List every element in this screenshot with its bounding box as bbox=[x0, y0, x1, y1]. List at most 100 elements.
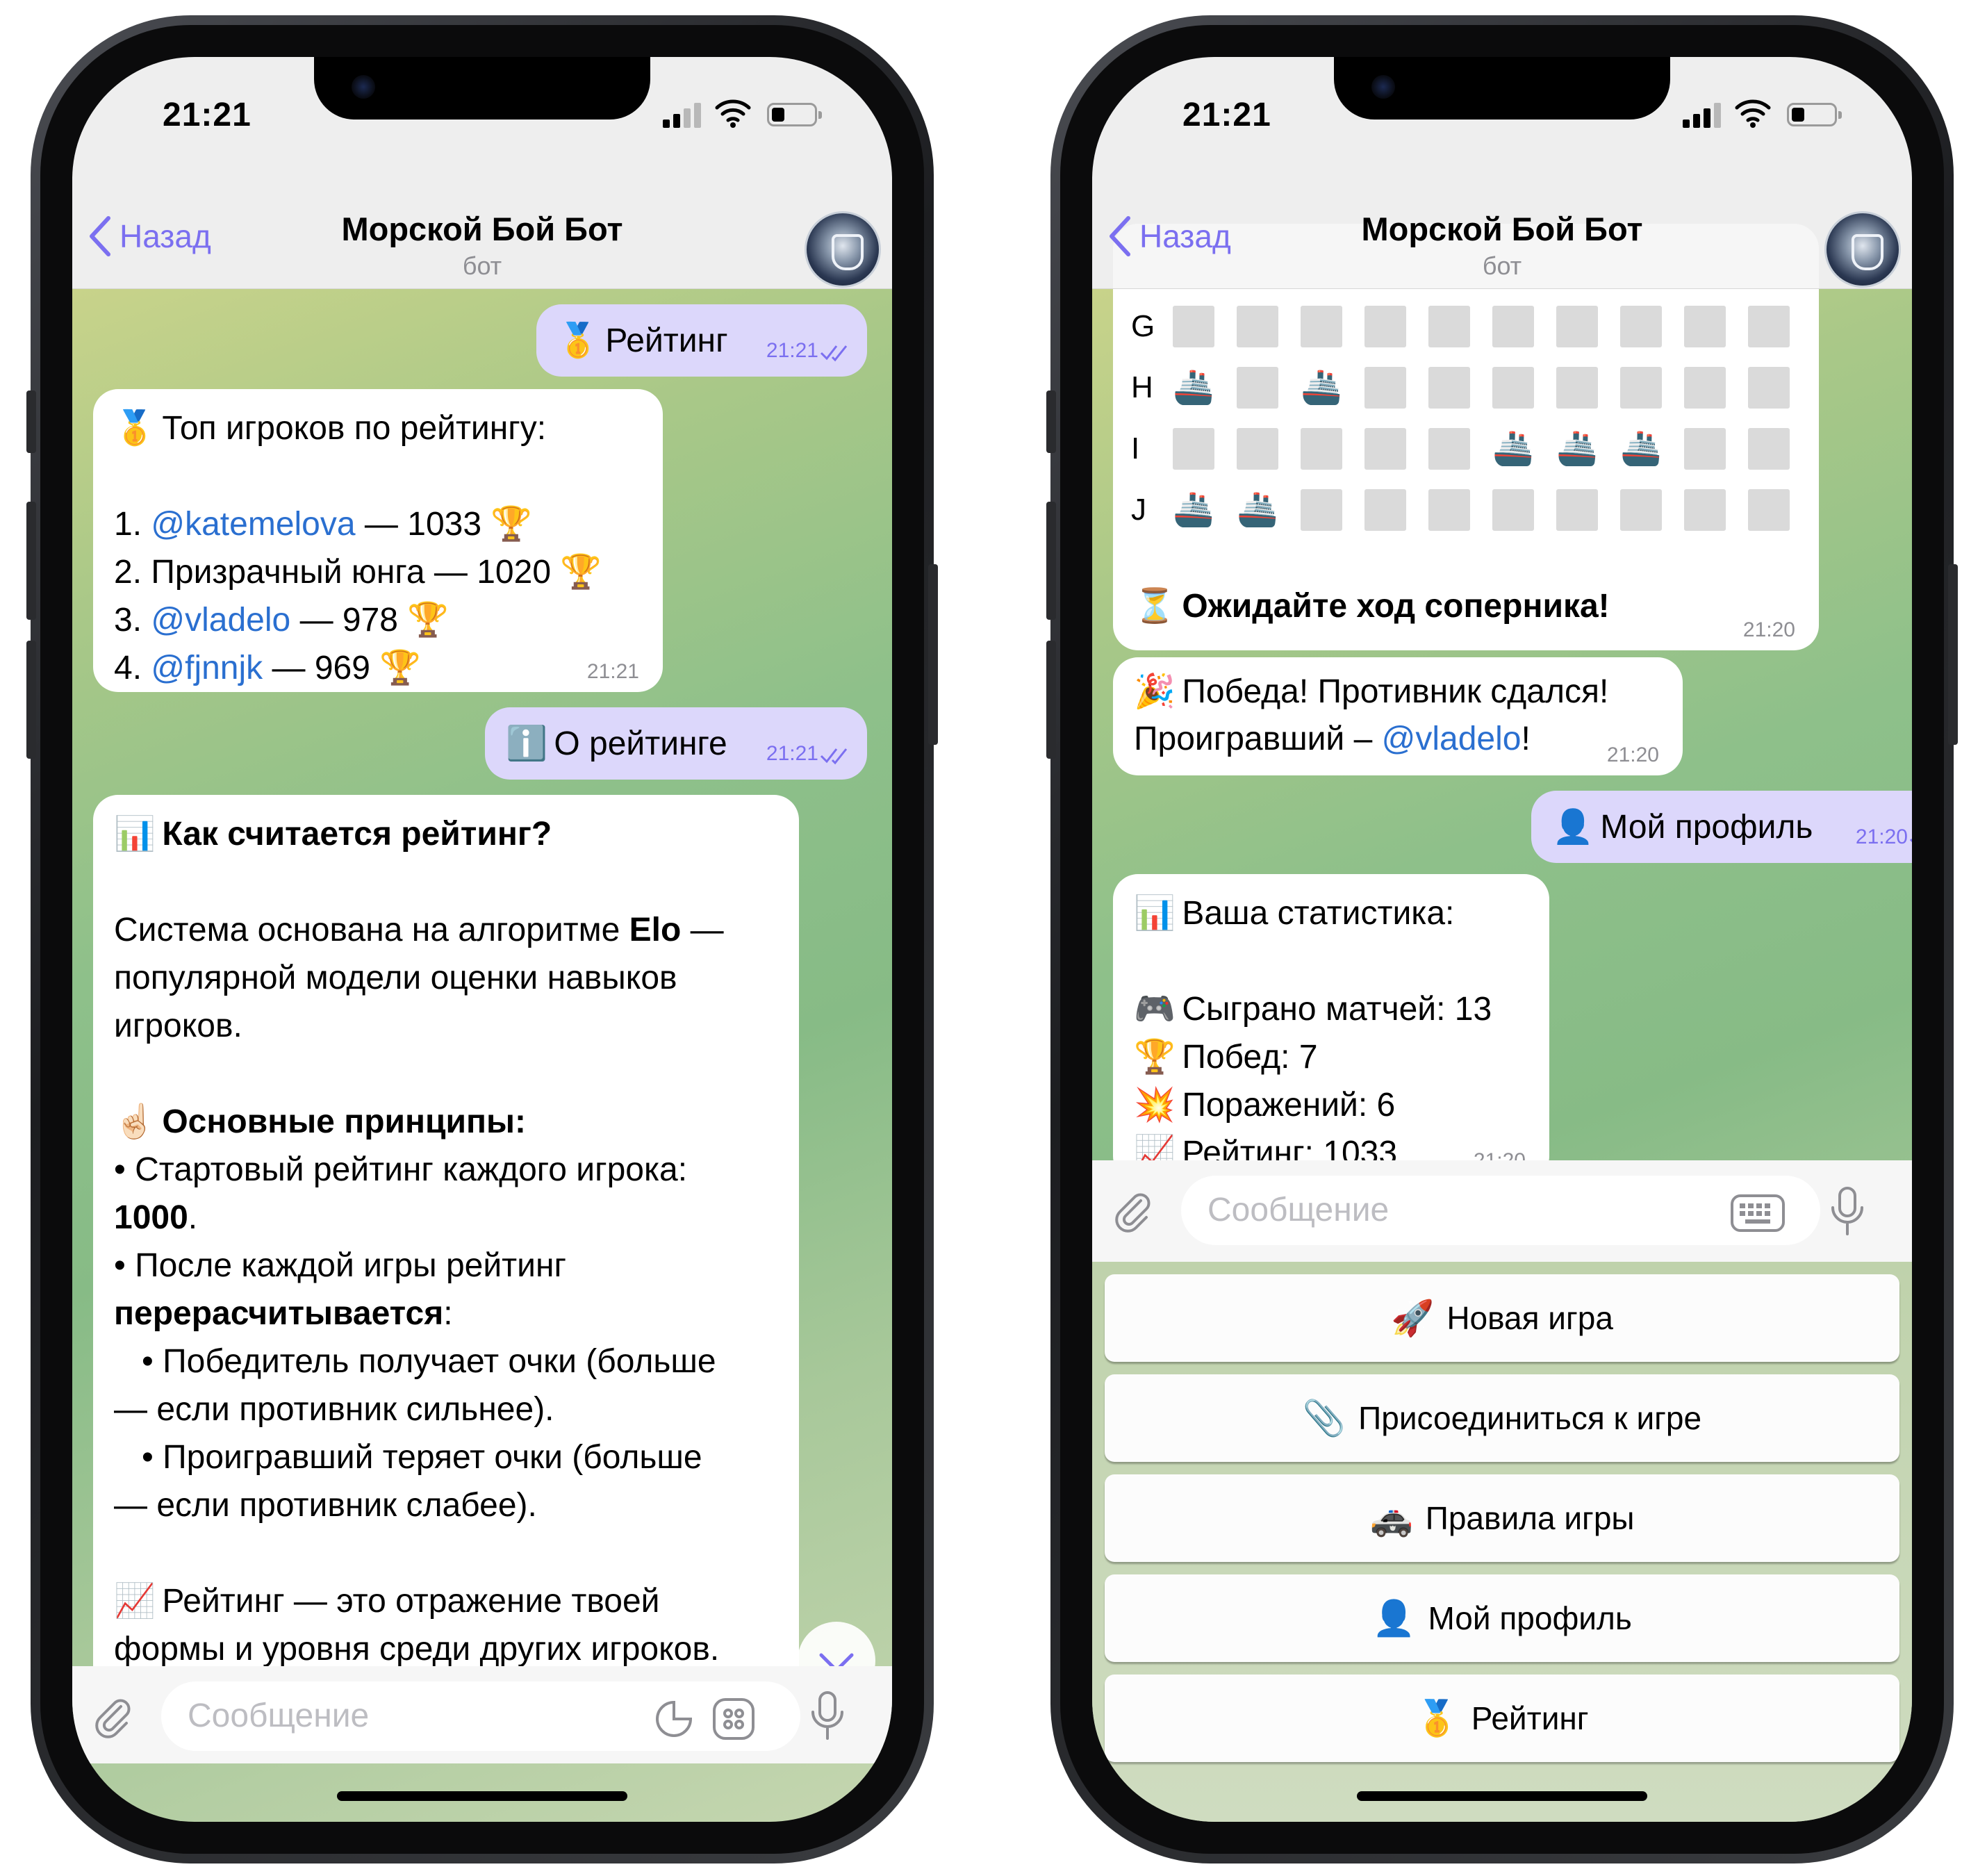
front-camera bbox=[352, 75, 375, 99]
trophy-icon: 🏆 bbox=[407, 602, 450, 639]
board-cell bbox=[1173, 428, 1214, 470]
sticker-icon[interactable] bbox=[653, 1698, 695, 1740]
keyboard-button-rating[interactable]: 🥇 Рейтинг bbox=[1105, 1675, 1899, 1762]
stats-row: 🏆 Побед: 7 bbox=[1134, 1033, 1528, 1081]
chat-subtitle: бот bbox=[462, 252, 502, 280]
battery-icon bbox=[767, 103, 822, 126]
bot-avatar[interactable] bbox=[1824, 211, 1901, 288]
keyboard-button-join-game[interactable]: 📎 Присоединиться к игре bbox=[1105, 1374, 1899, 1462]
bullet-text: • Стартовый рейтинг каждого игрока: bbox=[114, 1151, 688, 1188]
attach-icon[interactable] bbox=[90, 1694, 135, 1738]
ship-icon: 🚢 bbox=[1237, 491, 1278, 528]
phone-right: G H 🚢 🚢 I 🚢 🚢 🚢 J 🚢 🚢 ⏳ Ожидайте ход соперника! 21… bbox=[1046, 15, 1958, 1863]
status-time: 21:21 bbox=[1182, 97, 1271, 133]
volume-up-button bbox=[26, 502, 36, 620]
board-cell bbox=[1556, 367, 1598, 409]
wait-text: Ожидайте ход соперника! bbox=[1182, 588, 1610, 625]
microphone-icon[interactable] bbox=[1829, 1185, 1866, 1237]
incoming-message-top-players[interactable]: 🥇 Топ игроков по рейтингу: 1. @katemelov… bbox=[93, 389, 663, 692]
microphone-icon[interactable] bbox=[809, 1690, 846, 1741]
board-cell bbox=[1556, 306, 1598, 347]
mention-link[interactable]: @vladelo bbox=[151, 602, 290, 639]
board-row-label: H bbox=[1131, 370, 1153, 404]
attach-icon[interactable] bbox=[1110, 1188, 1155, 1233]
ship-icon: 🚢 bbox=[1173, 491, 1214, 528]
button-label: Присоединиться к игре bbox=[1358, 1400, 1702, 1436]
principles-heading: Основные принципы: bbox=[162, 1103, 527, 1140]
bullet-text: . bbox=[188, 1199, 198, 1236]
outgoing-message-my-profile[interactable]: 👤 Мой профиль 21:20 bbox=[1531, 791, 1912, 863]
top-row: 2. Призрачный юнга — 1020 🏆 bbox=[114, 548, 642, 596]
stats-row: 🎮 Сыграно матчей: 13 bbox=[1134, 985, 1528, 1033]
read-checks-icon bbox=[1909, 838, 1912, 843]
board-cell bbox=[1364, 428, 1406, 470]
message-input[interactable]: Сообщение bbox=[161, 1681, 800, 1751]
button-label: Рейтинг bbox=[1471, 1700, 1589, 1736]
bullet-bold: перерасчитывается bbox=[114, 1295, 444, 1332]
keyboard-button-my-profile[interactable]: 👤 Мой профиль bbox=[1105, 1574, 1899, 1662]
collision-icon: 💥 bbox=[1134, 1087, 1176, 1124]
chat-title[interactable]: Морской Бой Бот bbox=[72, 210, 892, 248]
phone-left: 🥇 Рейтинг 21:21 🥇 Топ игроков по рейтинг… bbox=[26, 15, 938, 1863]
board-cell bbox=[1428, 428, 1470, 470]
medal-icon: 🥇 bbox=[1415, 1698, 1459, 1738]
volume-down-button bbox=[26, 641, 36, 759]
message-text: О рейтинге bbox=[554, 725, 727, 762]
board-cell bbox=[1620, 306, 1662, 347]
incoming-message-rating-explanation[interactable]: 📊 Как считается рейтинг? Система основан… bbox=[93, 795, 799, 1733]
composer-bar: Сообщение bbox=[1092, 1160, 1912, 1262]
about-text: Система основана на алгоритме bbox=[114, 912, 629, 948]
party-popper-icon: 🎉 bbox=[1134, 673, 1176, 710]
stats-heading: Ваша статистика: bbox=[1182, 895, 1455, 932]
chart-increasing-icon: 📈 bbox=[114, 1583, 156, 1620]
message-time: 21:20 bbox=[1855, 825, 1908, 848]
about-heading: Как считается рейтинг? bbox=[162, 816, 552, 853]
mention-link[interactable]: @fjnnjk bbox=[151, 650, 263, 686]
bar-chart-icon: 📊 bbox=[1134, 895, 1176, 932]
message-input[interactable]: Сообщение bbox=[1181, 1176, 1820, 1245]
outgoing-message-rating[interactable]: 🥇 Рейтинг 21:21 bbox=[536, 304, 867, 377]
rocket-icon: 🚀 bbox=[1391, 1298, 1435, 1338]
wifi-icon bbox=[715, 99, 751, 128]
victory-text: Проигравший – bbox=[1134, 721, 1382, 757]
footer-text: Рейтинг — это отражение твоей bbox=[162, 1583, 660, 1620]
power-button bbox=[1948, 564, 1958, 745]
battery-icon bbox=[1787, 103, 1842, 126]
message-time: 21:21 bbox=[766, 339, 818, 362]
police-car-icon: 🚓 bbox=[1369, 1498, 1413, 1538]
message-text: Рейтинг bbox=[605, 322, 728, 359]
chat-screen-right: G H 🚢 🚢 I 🚢 🚢 🚢 J 🚢 🚢 ⏳ Ожидайте ход соперника! 21… bbox=[1092, 57, 1912, 1822]
incoming-message-victory[interactable]: 🎉 Победа! Противник сдался! Проигравший … bbox=[1113, 657, 1683, 775]
board-cell bbox=[1684, 489, 1726, 531]
pointing-finger-icon: ☝🏻 bbox=[114, 1103, 156, 1140]
keyboard-button-new-game[interactable]: 🚀 Новая игра bbox=[1105, 1274, 1899, 1362]
rank: 3. bbox=[114, 602, 142, 639]
keyboard-icon[interactable] bbox=[1730, 1194, 1786, 1233]
mention-link[interactable]: @katemelova bbox=[151, 506, 355, 543]
bot-commands-icon[interactable] bbox=[711, 1697, 756, 1741]
board-cell bbox=[1748, 306, 1790, 347]
outgoing-message-about-rating[interactable]: ℹ️ О рейтинге 21:21 bbox=[485, 707, 867, 780]
info-icon: ℹ️ bbox=[506, 725, 547, 762]
board-cell bbox=[1492, 489, 1534, 531]
keyboard-button-rules[interactable]: 🚓 Правила игры bbox=[1105, 1474, 1899, 1562]
cellular-signal-icon bbox=[1683, 103, 1724, 128]
sub-bullet-text: — если противник слабее). bbox=[114, 1487, 537, 1524]
bullet-text: : bbox=[443, 1295, 453, 1332]
chat-screen-left: 🥇 Рейтинг 21:21 🥇 Топ игроков по рейтинг… bbox=[72, 57, 892, 1822]
board-row-label: I bbox=[1131, 431, 1140, 466]
score: — 1020 bbox=[434, 554, 552, 591]
about-elo: Elo bbox=[629, 912, 682, 948]
mention-link[interactable]: @vladelo bbox=[1382, 721, 1522, 757]
chat-title[interactable]: Морской Бой Бот bbox=[1092, 210, 1912, 248]
board-cell bbox=[1748, 428, 1790, 470]
incoming-message-statistics[interactable]: 📊 Ваша статистика: 🎮 Сыграно матчей: 13 … bbox=[1113, 874, 1549, 1181]
game-controller-icon: 🎮 bbox=[1134, 991, 1176, 1028]
front-camera bbox=[1371, 75, 1395, 99]
board-cell bbox=[1237, 367, 1278, 409]
board-cell bbox=[1301, 489, 1342, 531]
bot-avatar[interactable] bbox=[805, 211, 881, 288]
board-cell bbox=[1748, 489, 1790, 531]
message-text: Мой профиль bbox=[1600, 809, 1813, 846]
board-cell bbox=[1301, 306, 1342, 347]
